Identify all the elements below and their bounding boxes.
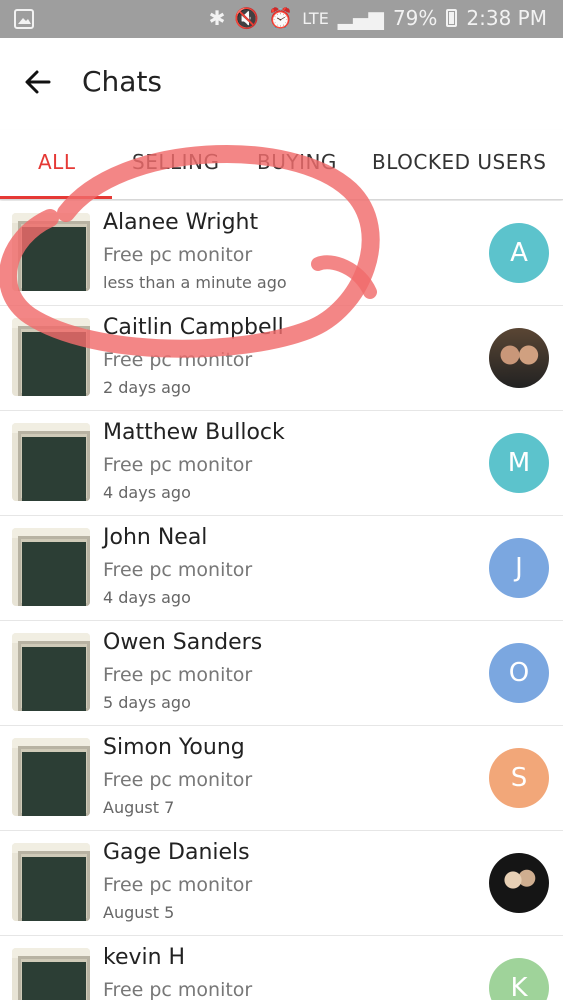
chat-row[interactable]: Caitlin Campbell Free pc monitor 2 days …	[0, 306, 563, 411]
avatar[interactable]	[489, 853, 549, 913]
chat-row[interactable]: Gage Daniels Free pc monitor August 5	[0, 831, 563, 936]
listing-title: Free pc monitor	[103, 874, 253, 896]
listing-title: Free pc monitor	[103, 559, 253, 581]
listing-thumbnail	[12, 738, 90, 816]
listing-title: Free pc monitor	[103, 244, 253, 266]
listing-thumbnail	[12, 423, 90, 501]
chat-time: August 7	[103, 798, 175, 817]
page-title: Chats	[82, 65, 163, 98]
tab-blocked-users[interactable]: BLOCKED USERS	[372, 150, 546, 174]
tab-bar: ALL SELLING BUYING BLOCKED USERS	[0, 130, 563, 200]
avatar[interactable]: J	[489, 538, 549, 598]
chat-name: Alanee Wright	[103, 210, 259, 235]
listing-thumbnail	[12, 528, 90, 606]
chat-name: Matthew Bullock	[103, 420, 285, 445]
bluetooth-icon: ✱	[208, 6, 226, 30]
tab-selling[interactable]: SELLING	[132, 150, 219, 174]
alarm-icon: ⏰	[268, 6, 294, 30]
status-icons: ✱ 🔇 ⏰ LTE ▂▄▆ 79% 2:38 PM	[209, 6, 547, 30]
tab-buying[interactable]: BUYING	[257, 150, 337, 174]
app-bar: Chats	[0, 38, 563, 130]
listing-title: Free pc monitor	[103, 979, 253, 1000]
tab-all[interactable]: ALL	[38, 150, 75, 174]
chat-list: Alanee Wright Free pc monitor less than …	[0, 201, 563, 1000]
listing-thumbnail	[12, 948, 90, 1000]
chat-row[interactable]: Simon Young Free pc monitor August 7 S	[0, 726, 563, 831]
chat-time: 4 days ago	[103, 483, 191, 502]
clock: 2:38 PM	[466, 6, 547, 30]
status-bar: ✱ 🔇 ⏰ LTE ▂▄▆ 79% 2:38 PM	[0, 0, 563, 38]
chat-name: kevin H	[103, 945, 186, 970]
chat-row[interactable]: Owen Sanders Free pc monitor 5 days ago …	[0, 621, 563, 726]
mute-icon: 🔇	[234, 6, 260, 30]
back-arrow-icon[interactable]	[20, 64, 56, 100]
chat-name: Owen Sanders	[103, 630, 263, 655]
chat-name: John Neal	[103, 525, 208, 550]
network-label: LTE	[302, 8, 329, 28]
avatar[interactable]: A	[489, 223, 549, 283]
chat-name: Simon Young	[103, 735, 245, 760]
chat-time: 5 days ago	[103, 693, 191, 712]
chat-time: 2 days ago	[103, 378, 191, 397]
listing-thumbnail	[12, 318, 90, 396]
listing-title: Free pc monitor	[103, 664, 253, 686]
listing-title: Free pc monitor	[103, 454, 253, 476]
avatar[interactable]: M	[489, 433, 549, 493]
chat-time: less than a minute ago	[103, 273, 287, 292]
avatar[interactable]: O	[489, 643, 549, 703]
battery-percent: 79%	[392, 6, 438, 30]
avatar[interactable]	[489, 328, 549, 388]
listing-title: Free pc monitor	[103, 769, 253, 791]
signal-icon: ▂▄▆	[337, 6, 384, 30]
listing-thumbnail	[12, 843, 90, 921]
chat-row[interactable]: kevin H Free pc monitor K	[0, 936, 563, 1000]
avatar[interactable]: S	[489, 748, 549, 808]
listing-title: Free pc monitor	[103, 349, 253, 371]
listing-thumbnail	[12, 213, 90, 291]
chat-row[interactable]: Matthew Bullock Free pc monitor 4 days a…	[0, 411, 563, 516]
chat-row[interactable]: Alanee Wright Free pc monitor less than …	[0, 201, 563, 306]
chat-time: August 5	[103, 903, 175, 922]
chat-time: 4 days ago	[103, 588, 191, 607]
chat-name: Caitlin Campbell	[103, 315, 284, 340]
listing-thumbnail	[12, 633, 90, 711]
avatar[interactable]: K	[489, 958, 549, 1000]
image-notification-icon	[14, 9, 34, 29]
battery-icon	[446, 9, 458, 27]
chat-row[interactable]: John Neal Free pc monitor 4 days ago J	[0, 516, 563, 621]
active-tab-indicator	[0, 196, 112, 199]
chat-name: Gage Daniels	[103, 840, 250, 865]
